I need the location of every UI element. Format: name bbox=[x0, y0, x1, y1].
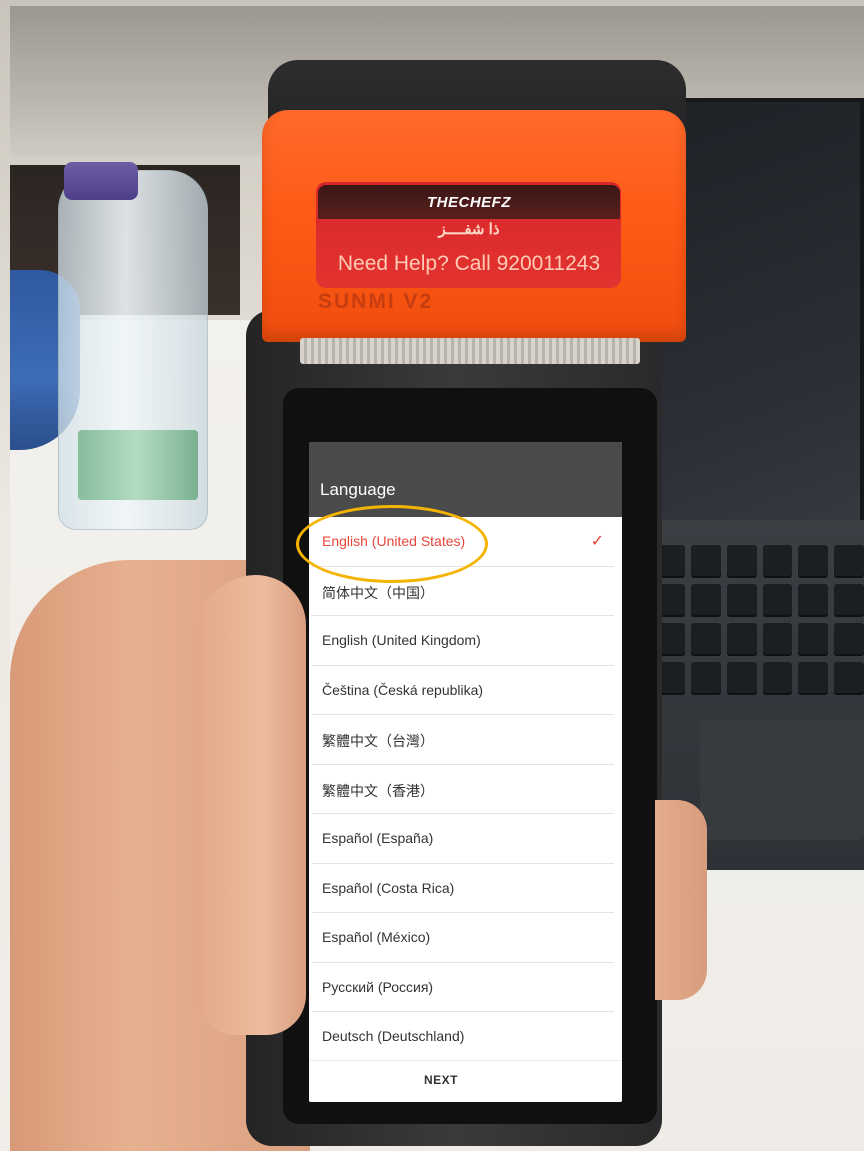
language-item-es-cr[interactable]: Español (Costa Rica) bbox=[312, 864, 614, 913]
language-item-zh-tw[interactable]: 繁體中文（台灣） bbox=[312, 715, 614, 765]
laptop-keyboard bbox=[655, 545, 864, 695]
device-model: SUNMI V2 bbox=[318, 290, 434, 313]
bottle-label bbox=[78, 430, 198, 500]
photo-scene: THECHEFZ ذا شفــــز Need Help? Call 9200… bbox=[0, 0, 864, 1151]
language-item-label: Čeština (Česká republika) bbox=[322, 681, 484, 698]
language-item-de-de[interactable]: Deutsch (Deutschland) bbox=[312, 1012, 614, 1062]
language-list[interactable]: English (United States) ✓ 简体中文（中国） Engli… bbox=[309, 517, 622, 1062]
language-item-label: Español (Costa Rica) bbox=[322, 879, 455, 896]
language-item-en-gb[interactable]: English (United Kingdom) bbox=[312, 616, 614, 666]
language-item-label: Español (España) bbox=[322, 830, 434, 846]
annotation-highlight-ring bbox=[296, 505, 488, 583]
bottle-cap bbox=[64, 162, 138, 200]
language-item-cs-cz[interactable]: Čeština (Česká republika) bbox=[312, 666, 614, 715]
language-item-label: 繁體中文（台灣） bbox=[322, 733, 434, 749]
laptop-trackpad bbox=[700, 720, 864, 840]
language-item-ru-ru[interactable]: Русский (Россия) bbox=[312, 963, 614, 1012]
sticker-help-text: Need Help? Call 920011243 bbox=[337, 252, 601, 275]
language-header: Language bbox=[309, 442, 622, 517]
screen-footer: NEXT bbox=[309, 1060, 622, 1102]
checkmark-icon: ✓ bbox=[590, 533, 604, 550]
finger bbox=[655, 800, 707, 1000]
next-button[interactable]: NEXT bbox=[424, 1073, 458, 1087]
language-item-es-es[interactable]: Español (España) bbox=[312, 814, 614, 864]
thumb bbox=[196, 575, 306, 1035]
paper-slot bbox=[300, 338, 640, 364]
language-item-zh-hk[interactable]: 繁體中文（香港） bbox=[312, 765, 614, 814]
language-item-label: Español (México) bbox=[322, 929, 431, 945]
language-item-label: 简体中文（中国） bbox=[322, 584, 434, 601]
language-item-label: Deutsch (Deutschland) bbox=[322, 1028, 465, 1044]
sticker-arabic-name: ذا شفــــز bbox=[438, 221, 500, 238]
page-title: Language bbox=[320, 480, 396, 499]
language-item-label: 繁體中文（香港） bbox=[322, 782, 434, 799]
language-item-es-mx[interactable]: Español (México) bbox=[312, 913, 614, 963]
sticker-brand: THECHEFZ bbox=[427, 194, 511, 211]
language-item-label: English (United Kingdom) bbox=[322, 632, 481, 648]
language-item-label: Русский (Россия) bbox=[322, 978, 434, 995]
